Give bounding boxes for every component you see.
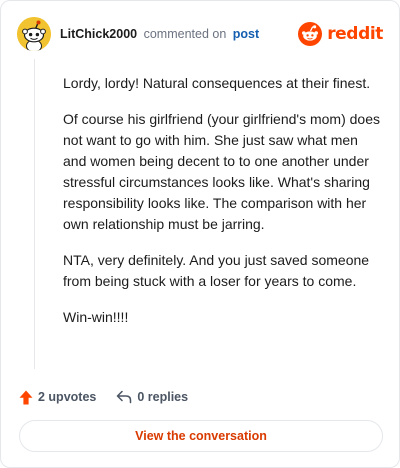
reply-count: 0 replies bbox=[137, 390, 189, 404]
upvote-arrow-icon bbox=[19, 390, 33, 404]
action-text: commented on bbox=[143, 27, 227, 41]
reddit-wordmark: reddit bbox=[327, 24, 383, 44]
reply-button[interactable]: 0 replies bbox=[116, 390, 188, 404]
comment-actions: 2 upvotes 0 replies bbox=[19, 387, 188, 407]
reddit-logo-icon bbox=[298, 22, 323, 46]
username-link[interactable]: LitChick2000 bbox=[60, 27, 137, 41]
comment-embed-card: LitChick2000 commented on post reddit Lo… bbox=[0, 0, 400, 468]
upvote-button[interactable]: 2 upvotes bbox=[19, 390, 96, 405]
comment-paragraph: NTA, very definitely. And you just saved… bbox=[63, 252, 370, 289]
reddit-brand[interactable]: reddit bbox=[298, 22, 383, 46]
view-conversation-button[interactable]: View the conversation bbox=[19, 420, 383, 452]
thread-line bbox=[34, 59, 35, 369]
comment-paragraph: Win-win!!!! bbox=[63, 309, 129, 325]
comment-paragraph: Of course his girlfriend (your girlfrien… bbox=[63, 111, 381, 232]
snoo-avatar-icon bbox=[17, 17, 51, 51]
upvote-count: 2 upvotes bbox=[38, 390, 97, 404]
post-link[interactable]: post bbox=[233, 27, 259, 41]
reply-arrow-icon bbox=[117, 390, 132, 404]
comment-meta: LitChick2000 commented on post bbox=[60, 27, 298, 41]
avatar[interactable] bbox=[17, 17, 51, 51]
comment-body: Lordy, lordy! Natural consequences at th… bbox=[63, 73, 381, 343]
comment-header: LitChick2000 commented on post reddit bbox=[17, 17, 383, 51]
comment-paragraph: Lordy, lordy! Natural consequences at th… bbox=[63, 75, 371, 91]
